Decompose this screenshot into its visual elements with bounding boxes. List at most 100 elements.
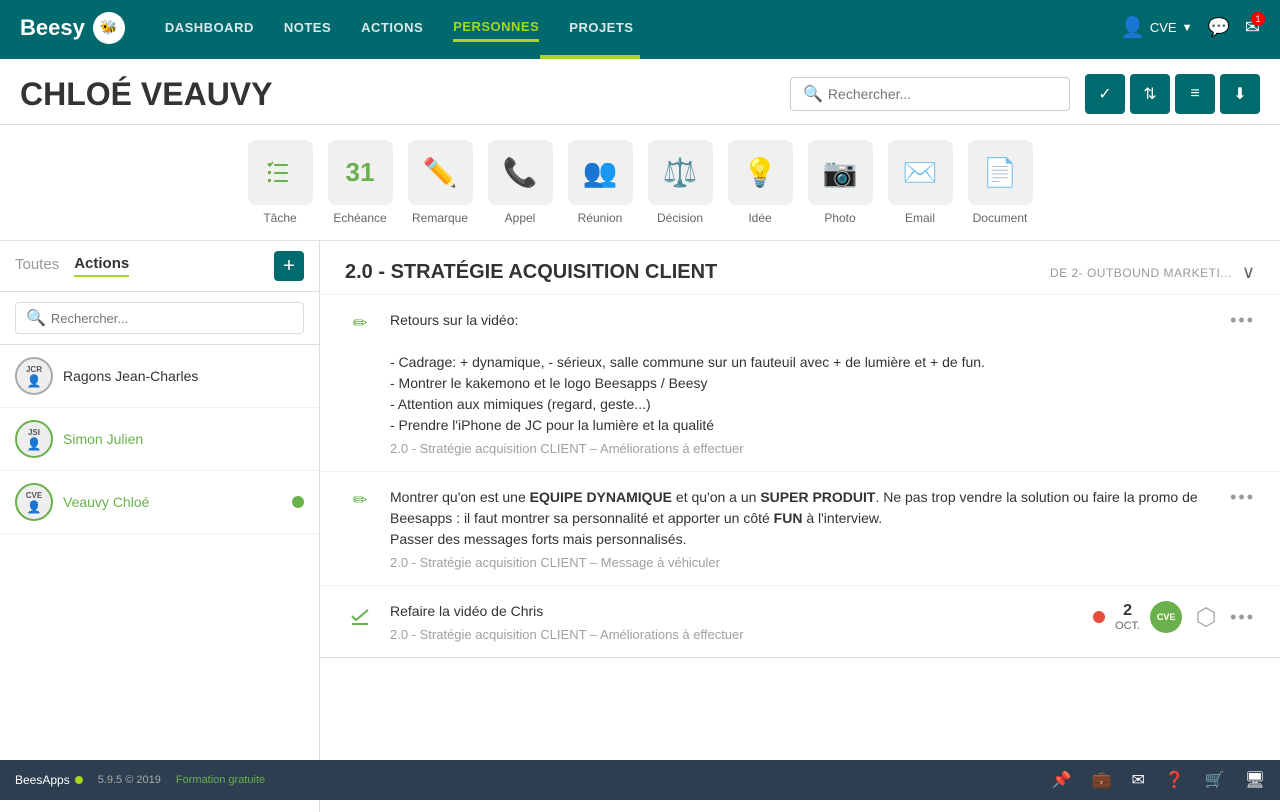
document-label: Document bbox=[973, 211, 1028, 225]
category-document[interactable]: 📄 Document bbox=[965, 140, 1035, 225]
settings-button[interactable]: ≡ bbox=[1175, 74, 1215, 114]
category-remarque[interactable]: ✏️ Remarque bbox=[405, 140, 475, 225]
remarque-label: Remarque bbox=[412, 211, 468, 225]
nav-actions[interactable]: ACTIONS bbox=[361, 15, 423, 40]
bottom-brand: BeesApps bbox=[15, 773, 83, 787]
appel-icon: 📞 bbox=[488, 140, 553, 205]
nav-right: 👤 CVE ▼ 💬 ✉ 1 bbox=[1120, 15, 1260, 40]
global-search[interactable]: 🔍 bbox=[790, 77, 1070, 111]
decision-icon: ⚖️ bbox=[648, 140, 713, 205]
messages-button[interactable]: 💬 bbox=[1207, 17, 1229, 38]
action-more-button[interactable]: ••• bbox=[1230, 487, 1255, 508]
action-body: Refaire la vidéo de Chris 2.0 - Stratégi… bbox=[390, 601, 1078, 642]
project-header: 2.0 - STRATÉGIE ACQUISITION CLIENT DE 2-… bbox=[320, 241, 1280, 294]
sidebar-tabs: Toutes Actions + bbox=[0, 241, 319, 292]
briefcase-icon[interactable]: 💼 bbox=[1092, 770, 1112, 790]
task-check-icon bbox=[345, 601, 375, 628]
action-item: Refaire la vidéo de Chris 2.0 - Stratégi… bbox=[320, 585, 1280, 657]
tache-icon bbox=[248, 140, 313, 205]
bottom-icons: 📌 💼 ✉ ❓ 🛒 🖥 bbox=[1052, 770, 1265, 790]
action-meta: 2 OCT. CVE ⬡ ••• bbox=[1093, 601, 1255, 633]
search-input[interactable] bbox=[828, 86, 1057, 102]
logo-icon: 🐝 bbox=[93, 12, 125, 44]
assignee-avatar: CVE bbox=[1150, 601, 1182, 633]
person-item[interactable]: CVE 👤 Veauvy Chloé bbox=[0, 471, 319, 534]
echeance-label: Echéance bbox=[333, 211, 386, 225]
status-dot bbox=[75, 776, 83, 784]
person-item[interactable]: JCR 👤 Ragons Jean-Charles bbox=[0, 345, 319, 408]
due-date-badge: 2 OCT. bbox=[1115, 601, 1140, 633]
person-item[interactable]: JSI 👤 Simon Julien bbox=[0, 408, 319, 471]
download-button[interactable]: ⬇ bbox=[1220, 74, 1260, 114]
action-text: Montrer qu'on est une EQUIPE DYNAMIQUE e… bbox=[390, 487, 1215, 550]
sort-button[interactable]: ⇅ bbox=[1130, 74, 1170, 114]
tab-toutes[interactable]: Toutes bbox=[15, 256, 59, 276]
category-echeance[interactable]: 31 Echéance bbox=[325, 140, 395, 225]
avatar-cve: CVE 👤 bbox=[15, 483, 53, 521]
photo-icon: 📷 bbox=[808, 140, 873, 205]
version-text: 5.9.5 © 2019 bbox=[98, 774, 161, 786]
category-photo[interactable]: 📷 Photo bbox=[805, 140, 875, 225]
action-more-button[interactable]: ••• bbox=[1230, 607, 1255, 628]
person-name-cve: Veauvy Chloé bbox=[63, 494, 149, 510]
category-reunion[interactable]: 👥 Réunion bbox=[565, 140, 635, 225]
training-link[interactable]: Formation gratuite bbox=[176, 774, 265, 786]
nav-personnes[interactable]: PERSONNES bbox=[453, 14, 539, 42]
filter-check-button[interactable]: ✓ bbox=[1085, 74, 1125, 114]
category-appel[interactable]: 📞 Appel bbox=[485, 140, 555, 225]
cart-icon[interactable]: 🛒 bbox=[1205, 770, 1225, 790]
email-label: Email bbox=[905, 211, 935, 225]
action-item: ✏ Retours sur la vidéo: - Cadrage: + dyn… bbox=[320, 294, 1280, 471]
reunion-label: Réunion bbox=[578, 211, 623, 225]
echeance-icon: 31 bbox=[328, 140, 393, 205]
sidebar-search-icon: 🔍 bbox=[26, 308, 46, 328]
document-icon: 📄 bbox=[968, 140, 1033, 205]
logo[interactable]: Beesy 🐝 bbox=[20, 12, 125, 44]
idee-icon: 💡 bbox=[728, 140, 793, 205]
tache-label: Tâche bbox=[263, 211, 296, 225]
category-decision[interactable]: ⚖️ Décision bbox=[645, 140, 715, 225]
category-email[interactable]: ✉️ Email bbox=[885, 140, 955, 225]
photo-label: Photo bbox=[824, 211, 855, 225]
idee-label: Idée bbox=[748, 211, 771, 225]
avatar-jsi: JSI 👤 bbox=[15, 420, 53, 458]
priority-dot bbox=[1093, 611, 1105, 623]
action-body: Retours sur la vidéo: - Cadrage: + dynam… bbox=[390, 310, 1215, 456]
page-header: CHLOÉ VEAUVY 🔍 ✓ ⇅ ≡ ⬇ bbox=[0, 59, 1280, 125]
persons-list: JCR 👤 Ragons Jean-Charles JSI 👤 Simon Ju… bbox=[0, 345, 319, 812]
pin-icon[interactable]: 📌 bbox=[1052, 770, 1072, 790]
mail-icon[interactable]: ✉ bbox=[1131, 770, 1144, 790]
page-title: CHLOÉ VEAUVY bbox=[20, 76, 790, 113]
remarque-icon: ✏️ bbox=[408, 140, 473, 205]
display-icon[interactable]: 🖥 bbox=[1245, 770, 1265, 790]
reunion-icon: 👥 bbox=[568, 140, 633, 205]
avatar-jcr: JCR 👤 bbox=[15, 357, 53, 395]
nav-notes[interactable]: NOTES bbox=[284, 15, 331, 40]
add-person-button[interactable]: + bbox=[274, 251, 304, 281]
online-indicator bbox=[292, 496, 304, 508]
sidebar: Toutes Actions + 🔍 JCR 👤 Ragons Jean-Cha… bbox=[0, 241, 320, 812]
user-dropdown-icon: ▼ bbox=[1182, 22, 1193, 34]
help-icon[interactable]: ❓ bbox=[1165, 770, 1185, 790]
brand-text: BeesApps bbox=[15, 773, 70, 787]
notifications-button[interactable]: ✉ 1 bbox=[1245, 17, 1260, 38]
bottom-bar: BeesApps 5.9.5 © 2019 Formation gratuite… bbox=[0, 760, 1280, 800]
action-more-button[interactable]: ••• bbox=[1230, 310, 1255, 331]
action-subtext: 2.0 - Stratégie acquisition CLIENT – Amé… bbox=[390, 627, 1078, 642]
search-icon: 🔍 bbox=[803, 84, 823, 104]
category-idee[interactable]: 💡 Idée bbox=[725, 140, 795, 225]
sidebar-search-area: 🔍 bbox=[0, 292, 319, 345]
email-icon: ✉️ bbox=[888, 140, 953, 205]
nav-dashboard[interactable]: DASHBOARD bbox=[165, 15, 254, 40]
person-name-jsi: Simon Julien bbox=[63, 431, 143, 447]
nav-projets[interactable]: PROJETS bbox=[569, 15, 633, 40]
decision-label: Décision bbox=[657, 211, 703, 225]
sidebar-search-input[interactable] bbox=[51, 311, 293, 326]
project-collapse-button[interactable]: ∨ bbox=[1242, 262, 1255, 283]
user-menu[interactable]: 👤 CVE ▼ bbox=[1120, 15, 1193, 40]
project-title: 2.0 - STRATÉGIE ACQUISITION CLIENT bbox=[345, 261, 1040, 284]
category-tache[interactable]: Tâche bbox=[245, 140, 315, 225]
main-content: Toutes Actions + 🔍 JCR 👤 Ragons Jean-Cha… bbox=[0, 241, 1280, 812]
action-body: Montrer qu'on est une EQUIPE DYNAMIQUE e… bbox=[390, 487, 1215, 570]
tab-actions[interactable]: Actions bbox=[74, 255, 129, 277]
